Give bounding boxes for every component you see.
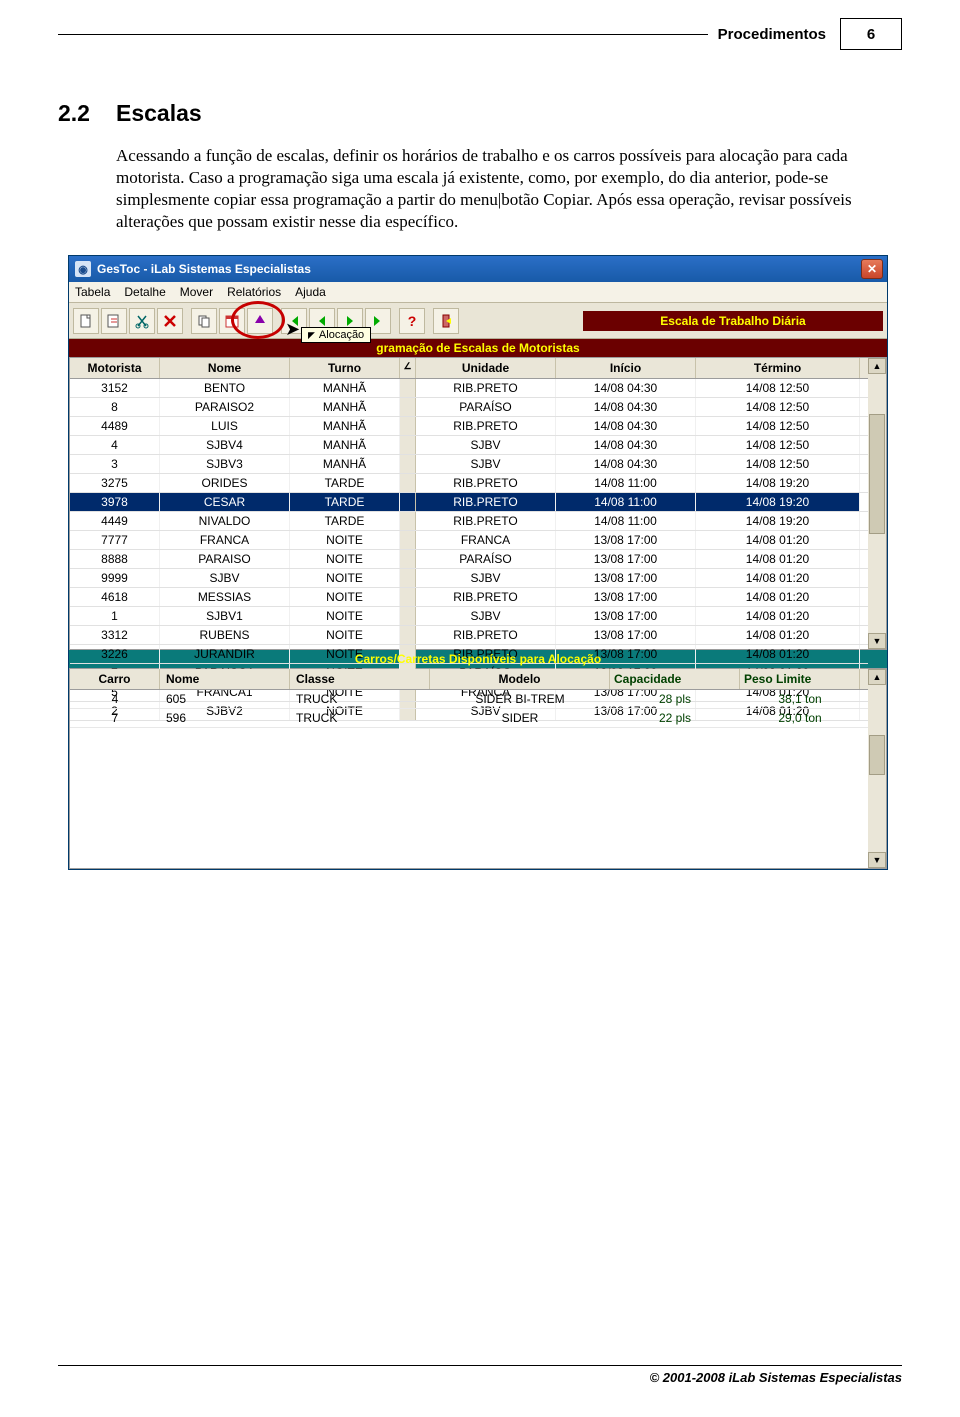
copy-icon[interactable]	[191, 308, 217, 334]
page-header: Procedimentos 6	[58, 18, 902, 50]
app-icon: ◉	[75, 261, 91, 277]
scroll-up-icon[interactable]: ▲	[868, 669, 886, 685]
col-capacidade[interactable]: Capacidade	[610, 669, 740, 689]
menu-mover[interactable]: Mover	[180, 285, 213, 299]
cut-icon[interactable]	[129, 308, 155, 334]
delete-icon[interactable]	[157, 308, 183, 334]
toolbar: ? ➤ ◤Alocação Escala de Trabalho Diária	[69, 303, 887, 339]
calendar-icon[interactable]	[219, 308, 245, 334]
table-row[interactable]: 1SJBV1NOITESJBV13/08 17:0014/08 01:20	[70, 607, 868, 626]
scroll-up-icon[interactable]: ▲	[868, 358, 886, 374]
page-footer: © 2001-2008 iLab Sistemas Especialistas	[58, 1365, 902, 1385]
table-row[interactable]: 3978CESARTARDERIB.PRETO14/08 11:0014/08 …	[70, 493, 868, 512]
scroll-down-icon[interactable]: ▼	[868, 633, 886, 649]
body-paragraph: Acessando a função de escalas, definir o…	[116, 145, 902, 233]
table-row[interactable]: 3312RUBENSNOITERIB.PRETO13/08 17:0014/08…	[70, 626, 868, 645]
table-row[interactable]: 4SJBV4MANHÃSJBV14/08 04:3014/08 12:50	[70, 436, 868, 455]
tooltip: ◤Alocação	[301, 327, 371, 343]
menu-detalhe[interactable]: Detalhe	[124, 285, 165, 299]
table-row[interactable]: 7777FRANCANOITEFRANCA13/08 17:0014/08 01…	[70, 531, 868, 550]
col-classe[interactable]: Classe	[290, 669, 430, 689]
menu-relatorios[interactable]: Relatórios	[227, 285, 281, 299]
menu-ajuda[interactable]: Ajuda	[295, 285, 326, 299]
table-row[interactable]: 3152BENTOMANHÃRIB.PRETO14/08 04:3014/08 …	[70, 379, 868, 398]
header-label: Procedimentos	[708, 26, 836, 43]
grid-carros: Carro Nome Classe Modelo Capacidade Peso…	[69, 668, 887, 869]
table-row[interactable]: 7596TRUCKSIDER22 pls29,0 ton	[70, 709, 868, 728]
sort-indicator-icon[interactable]: ∠	[400, 358, 416, 378]
table-row[interactable]: 4618MESSIASNOITERIB.PRETO13/08 17:0014/0…	[70, 588, 868, 607]
section-number: 2.2	[58, 100, 116, 127]
table-row[interactable]: 4489LUISMANHÃRIB.PRETO14/08 04:3014/08 1…	[70, 417, 868, 436]
col-carro-nome[interactable]: Nome	[160, 669, 290, 689]
section-title: Escalas	[116, 100, 202, 127]
menu-tabela[interactable]: Tabela	[75, 285, 110, 299]
edit-icon[interactable]	[101, 308, 127, 334]
table-row[interactable]: 3275ORIDESTARDERIB.PRETO14/08 11:0014/08…	[70, 474, 868, 493]
col-inicio[interactable]: Início	[556, 358, 696, 378]
titlebar: ◉ GesToc - iLab Sistemas Especialistas ✕	[69, 256, 887, 282]
copyright: © 2001-2008 iLab Sistemas Especialistas	[58, 1370, 902, 1385]
close-button[interactable]: ✕	[861, 259, 883, 279]
exit-icon[interactable]	[433, 308, 459, 334]
table-row[interactable]: 4449NIVALDOTARDERIB.PRETO14/08 11:0014/0…	[70, 512, 868, 531]
table-row[interactable]: 8888PARAISONOITEPARAÍSO13/08 17:0014/08 …	[70, 550, 868, 569]
col-nome[interactable]: Nome	[160, 358, 290, 378]
toolbar-banner: Escala de Trabalho Diária	[583, 311, 883, 331]
col-motorista[interactable]: Motorista	[70, 358, 160, 378]
col-modelo[interactable]: Modelo	[430, 669, 610, 689]
col-unidade[interactable]: Unidade	[416, 358, 556, 378]
vertical-scrollbar-2[interactable]: ▲ ▼	[868, 669, 886, 868]
new-icon[interactable]	[73, 308, 99, 334]
grid-motoristas: Motorista Nome Turno ∠ Unidade Início Té…	[69, 357, 887, 650]
grid1-title: gramação de Escalas de Motoristas	[69, 339, 887, 357]
table-row[interactable]: 9999SJBVNOITESJBV13/08 17:0014/08 01:20	[70, 569, 868, 588]
page-number: 6	[840, 18, 902, 50]
col-termino[interactable]: Término	[696, 358, 860, 378]
col-carro[interactable]: Carro	[70, 669, 160, 689]
menubar: Tabela Detalhe Mover Relatórios Ajuda	[69, 282, 887, 303]
window-title: GesToc - iLab Sistemas Especialistas	[97, 262, 311, 276]
table-row[interactable]: 8PARAISO2MANHÃPARAÍSO14/08 04:3014/08 12…	[70, 398, 868, 417]
scroll-down-icon[interactable]: ▼	[868, 852, 886, 868]
table-row[interactable]: 3SJBV3MANHÃSJBV14/08 04:3014/08 12:50	[70, 455, 868, 474]
help-icon[interactable]: ?	[399, 308, 425, 334]
col-peso-limite[interactable]: Peso Limite	[740, 669, 860, 689]
table-row[interactable]: 4605TRUCKSIDER BI-TREM28 pls38,1 ton	[70, 690, 868, 709]
filter-icon[interactable]	[247, 308, 273, 334]
col-turno[interactable]: Turno	[290, 358, 400, 378]
vertical-scrollbar[interactable]: ▲ ▼	[868, 358, 886, 649]
app-window: ◉ GesToc - iLab Sistemas Especialistas ✕…	[68, 255, 888, 870]
